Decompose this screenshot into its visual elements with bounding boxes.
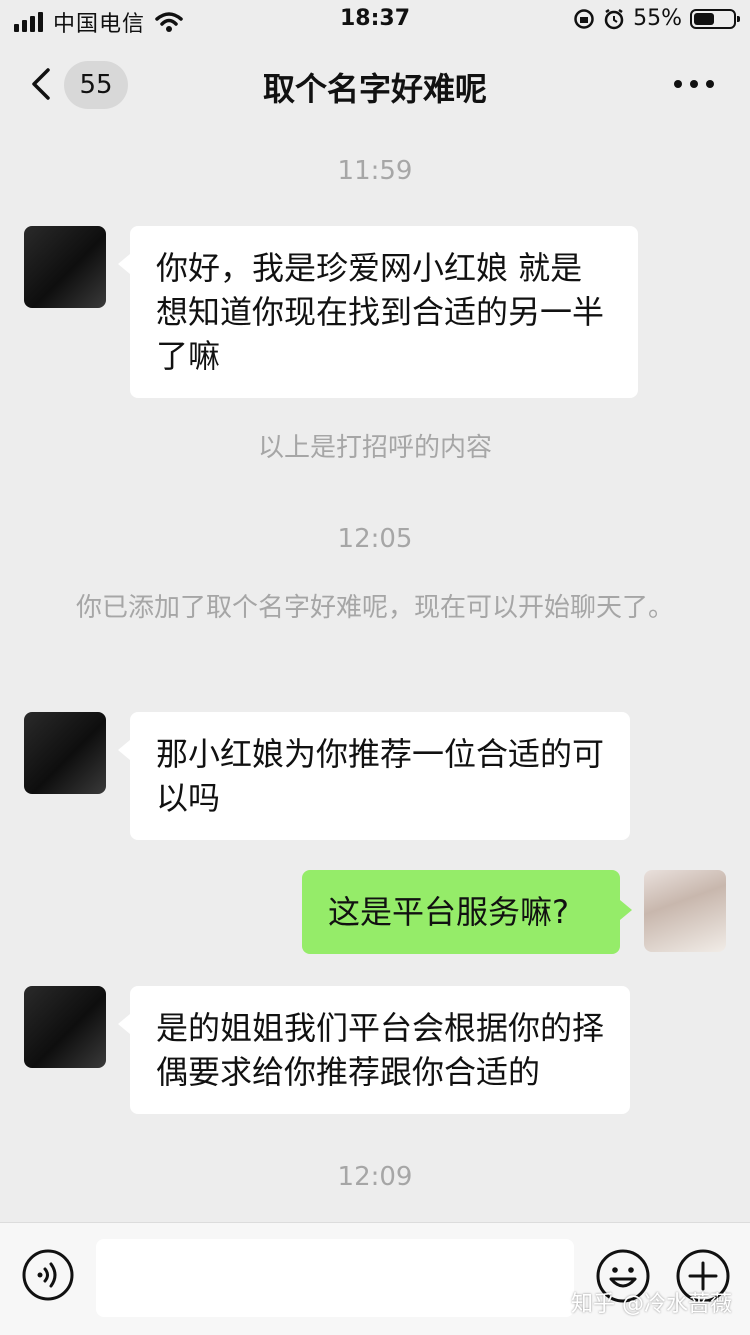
contact-avatar[interactable] [24, 226, 106, 308]
contact-avatar[interactable] [24, 986, 106, 1068]
more-options-icon[interactable] [674, 80, 714, 88]
incoming-message-bubble[interactable]: 你好，我是珍爱网小红娘 就是想知道你现在找到合适的另一半了嘛 [118, 226, 638, 398]
timestamp: 12:09 [337, 1162, 413, 1192]
chat-title: 取个名字好难呢 [262, 70, 487, 108]
battery-icon [690, 8, 740, 29]
rotation-lock-icon [574, 8, 594, 29]
status-bar: 中国电信 18:37 55% [0, 0, 750, 40]
message-input[interactable] [96, 1239, 574, 1317]
contact-avatar[interactable] [24, 712, 106, 794]
timestamp: 12:05 [337, 524, 413, 554]
timestamp: 11:59 [337, 156, 413, 186]
status-right: 55% [573, 6, 740, 31]
system-notice: 你已添加了取个名字好难呢，现在可以开始聊天了。 [75, 593, 674, 623]
alarm-icon [604, 8, 624, 29]
incoming-message-bubble[interactable]: 是的姐姐我们平台会根据你的择偶要求给你推荐跟你合适的 [118, 986, 630, 1114]
watermark: 知乎 @冷水蔷薇 [571, 1292, 732, 1317]
input-bar [0, 1222, 750, 1335]
incoming-message-bubble[interactable]: 那小红娘为你推荐一位合适的可以吗 [118, 712, 630, 840]
my-avatar[interactable] [644, 870, 726, 952]
system-notice: 以上是打招呼的内容 [257, 433, 492, 463]
nav-bar: 55 取个名字好难呢 [0, 40, 750, 130]
outgoing-message-bubble[interactable]: 这是平台服务嘛? [302, 870, 632, 954]
voice-icon[interactable] [22, 1249, 74, 1301]
battery-percent: 55% [633, 6, 682, 31]
